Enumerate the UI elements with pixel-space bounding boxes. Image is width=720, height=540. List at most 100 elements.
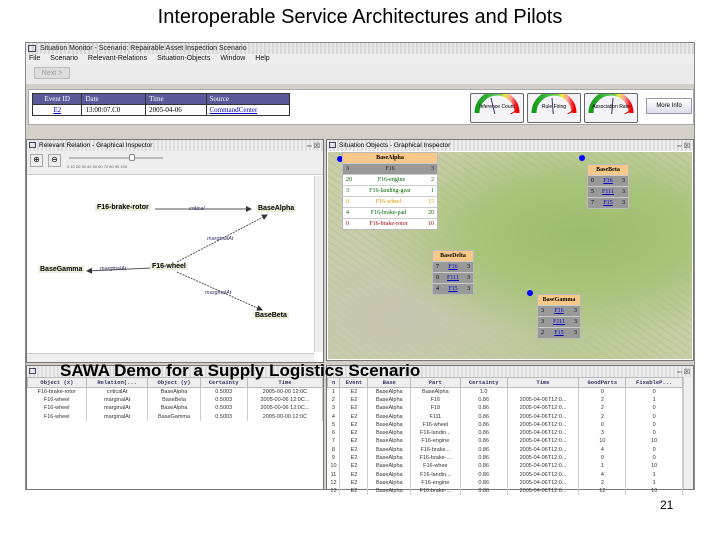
table-row[interactable]: 6 E2 BaseAlpha F16-landin... 0.86 2005-04-06T… (327, 428, 683, 438)
base-gamma-box[interactable]: BaseGamma 3 F16 3 3 F111 3 2 F15 3 (537, 294, 581, 339)
menu-scenario[interactable]: Scenario (50, 54, 78, 64)
part-row[interactable]: 4 F15 3 (433, 283, 473, 294)
table-row[interactable]: 4 E2 BaseAlpha F111 0.86 2005-04-06T12:0... 2 0 (327, 412, 683, 421)
part-name[interactable]: F111 (553, 319, 565, 325)
table-row[interactable]: 1 E2 BaseAlpha BaseAlpha 1.0 0 0 (327, 387, 683, 396)
zoom-in-icon[interactable]: ⊕ (30, 154, 43, 167)
part-row[interactable]: 20 F16-engine 2 (343, 174, 437, 185)
table-row[interactable]: E2 13:00:07.C0 2005-04-06 CommandCenter (31, 104, 290, 116)
column-header[interactable]: FixableP... (625, 377, 683, 388)
part-name[interactable]: F16 (448, 264, 457, 270)
part-row[interactable]: 7 F16 3 (433, 261, 473, 272)
part-row[interactable]: 0 F16-wheel 15 (343, 196, 437, 207)
table-row[interactable]: F16-wheel marginalAt BaseBeta 0.5003 2005-00… (27, 395, 324, 405)
zoom-out-icon[interactable]: ⊖ (48, 154, 61, 167)
cell: 5 (327, 420, 341, 429)
cell: 0.5003 (200, 387, 248, 396)
base-beta-box[interactable]: BaseBeta 0 F16 3 5 F111 3 7 F15 3 (587, 164, 629, 209)
menu-situation-objects[interactable]: Situation-Objects (157, 54, 210, 64)
table-row[interactable]: 9 E2 BaseAlpha F16-brake-... 0.86 2005-04-06T… (327, 453, 683, 463)
table-row[interactable]: 5 E2 BaseAlpha F16-wheel 0.86 2005-04-06T12:0… (327, 420, 683, 429)
part-name[interactable]: F16-engine (378, 177, 405, 183)
cell: 0.86 (460, 445, 508, 454)
panel-title: Relevant Relation - Graphical Inspector (39, 142, 153, 149)
part-count: 3 (574, 330, 577, 336)
part-name[interactable]: F15 (448, 286, 457, 292)
table-row[interactable]: 7 E2 BaseAlpha F16-engine 0.86 2005-04-06T12:… (327, 437, 683, 446)
part-name[interactable]: F16 (554, 308, 563, 314)
base-delta-box[interactable]: BaseDelta 7 F16 3 0 F111 3 4 F15 3 (432, 250, 474, 295)
part-name[interactable]: F111 (602, 189, 614, 195)
cell: E2 (339, 395, 369, 405)
part-name[interactable]: F16-brake-rotor (369, 221, 407, 227)
table-row[interactable]: 3 E2 BaseAlpha F18 0.86 2005-04-06T12:0... 2 0 (327, 404, 683, 413)
zoom-slider-thumb[interactable] (129, 154, 135, 161)
menu-relevant-relations[interactable]: Relevant-Relations (88, 54, 147, 64)
part-name[interactable]: F16 (603, 178, 612, 184)
part-name[interactable]: F15 (603, 200, 612, 206)
cell: F16-engine (410, 437, 461, 446)
part-row[interactable]: 4 F16-brake-pad 20 (343, 207, 437, 218)
location-marker[interactable] (579, 155, 585, 161)
graph-node[interactable]: BaseAlpha (256, 205, 297, 212)
part-row[interactable]: 3 F111 3 (538, 316, 580, 327)
cell: marginalAt (86, 412, 149, 421)
more-info-button[interactable]: More Info (646, 98, 692, 114)
part-row[interactable]: 0 F111 3 (433, 272, 473, 283)
col-event-id[interactable]: Event ID (31, 93, 83, 105)
vertical-scrollbar[interactable] (314, 176, 323, 352)
part-row[interactable]: 5 F111 3 (588, 186, 628, 197)
cell: 0.86 (460, 437, 508, 446)
col-time[interactable]: Time (145, 93, 207, 105)
part-row[interactable]: 0 F16 3 (588, 175, 628, 186)
graph-node[interactable]: BaseGamma (38, 266, 85, 273)
menu-window[interactable]: Window (220, 54, 245, 64)
table-row[interactable]: 8 E2 BaseAlpha F16-brake... 0.86 2005-04-06T1… (327, 445, 683, 454)
source-link[interactable]: CommandCenter (210, 106, 258, 114)
table-row[interactable]: F16-wheel marginalAt BaseAlpha 0.5003 2005-0… (27, 404, 324, 413)
table-row[interactable]: 13 E2 BaseAlpha F16-brake-... 0.86 2005-04-06… (327, 487, 683, 496)
cell: 2005-04-06T12:0... (507, 470, 580, 479)
part-row[interactable]: 2 F15 3 (538, 327, 580, 338)
cell: 10 (578, 437, 627, 446)
part-name[interactable]: F16-wheel (376, 199, 402, 205)
graph-node[interactable]: F16-brake-rotor (95, 204, 151, 211)
part-count: 0 (436, 275, 439, 281)
table-row[interactable]: F16-wheel marginalAt BaseGamma 0.5003 2005-0… (27, 412, 324, 421)
cell: 2005-00-00 12:0C (247, 412, 324, 421)
table-row[interactable]: F16-brake-rotor criticalAt BaseAlpha 0.5003… (27, 387, 324, 396)
column-header[interactable]: Certainty (459, 377, 508, 388)
vertical-scrollbar[interactable] (683, 377, 693, 489)
table-row[interactable]: 12 E2 BaseAlpha F16-engine 0.86 2005-04-06T12… (327, 478, 683, 488)
part-name[interactable]: F15 (554, 330, 563, 336)
graph-node[interactable]: F16-wheel (150, 263, 188, 270)
table-row[interactable]: 10 E2 BaseAlpha F16-whee 0.86 2005-04-06T12:0… (327, 462, 683, 471)
table-row[interactable]: 2 E2 BaseAlpha F16 0.86 2005-04-06T12:0... 2 1 (327, 395, 683, 405)
col-source[interactable]: Source (205, 93, 290, 105)
cell: 1 (578, 462, 627, 471)
zoom-slider[interactable] (69, 154, 163, 161)
part-name[interactable]: F16-brake-pad (371, 210, 406, 216)
column-header[interactable]: Time (506, 377, 580, 388)
situation-monitor-window: Situation Monitor - Scenario: Repairable… (25, 42, 695, 496)
table-row[interactable]: 11 E2 BaseAlpha F16-landin... 0.86 2005-04-06… (327, 470, 683, 479)
part-row[interactable]: 0 F16-brake-rotor 10 (343, 218, 437, 229)
part-row[interactable]: 3 F16-landing-gear 1 (343, 185, 437, 196)
part-name[interactable]: F16 (385, 166, 394, 172)
graph-node[interactable]: BaseBeta (253, 312, 289, 319)
menu-file[interactable]: File (29, 54, 40, 64)
part-row[interactable]: 7 F15 3 (588, 197, 628, 208)
next-button[interactable]: Next > (34, 67, 70, 79)
cell: 3 (327, 404, 341, 413)
part-name[interactable]: F16-landing-gear (369, 188, 411, 194)
location-marker[interactable] (527, 290, 533, 296)
col-date[interactable]: Date (81, 93, 147, 105)
part-name[interactable]: F111 (447, 275, 459, 281)
menu-help[interactable]: Help (255, 54, 269, 64)
part-row[interactable]: 3 F16 3 (343, 163, 437, 174)
window-controls[interactable]: ▫▫ ☒ (677, 141, 690, 152)
part-row[interactable]: 3 F16 3 (538, 305, 580, 316)
column-header[interactable]: GoodParts (578, 377, 627, 388)
base-alpha-box[interactable]: BaseAlpha 3 F16 3 20 F16-engine 2 3 F16-landing-… (342, 152, 438, 230)
event-id-link[interactable]: E2 (53, 106, 61, 114)
